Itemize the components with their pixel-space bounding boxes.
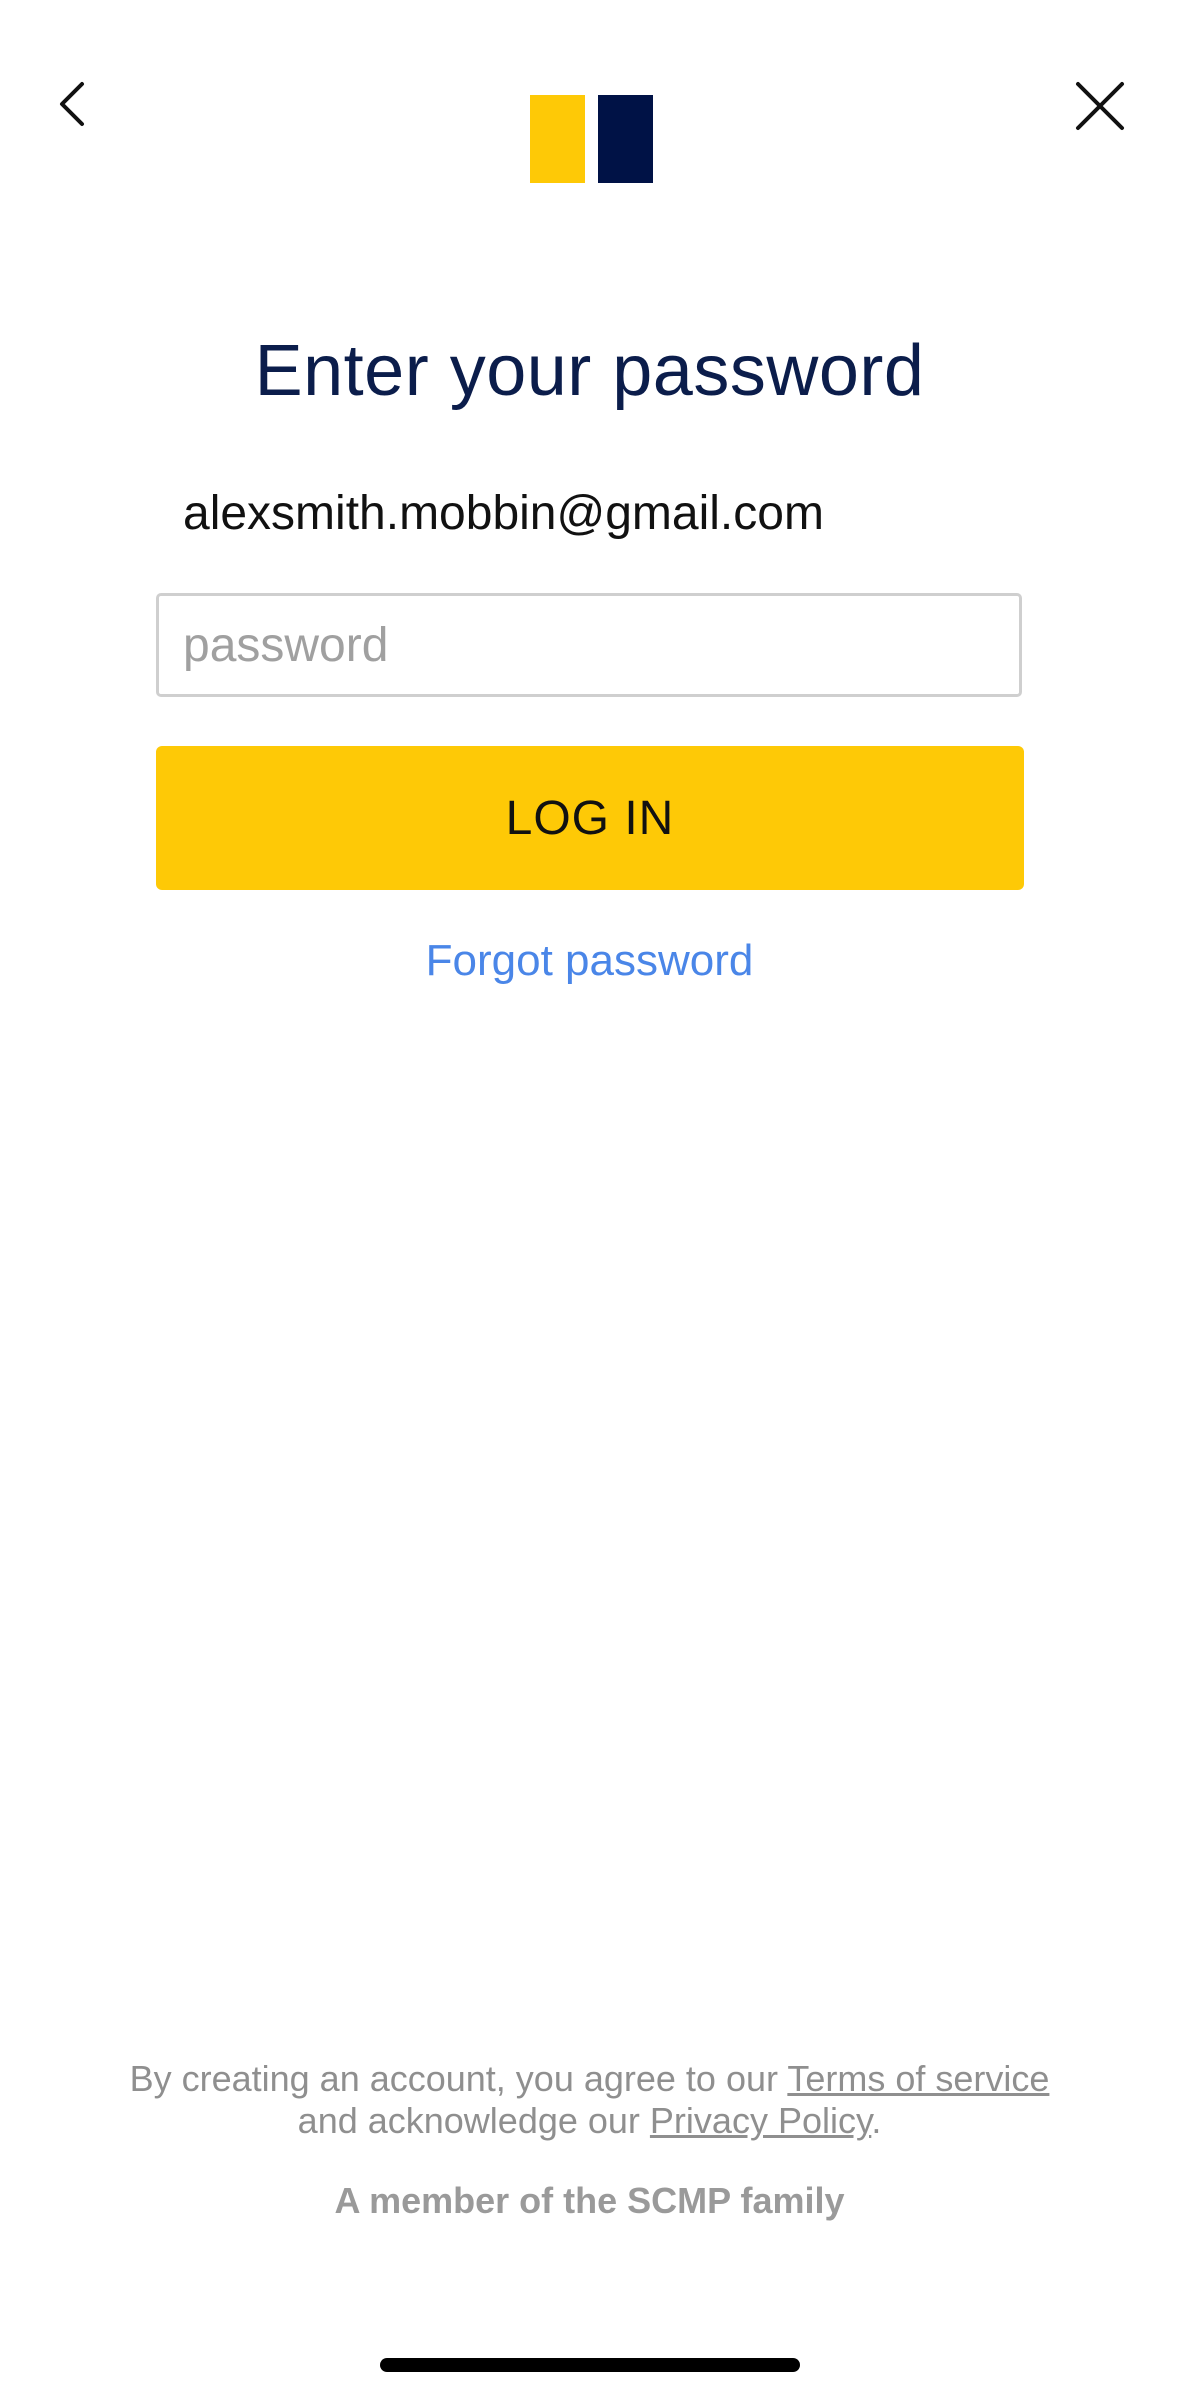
forgot-password-row: Forgot password (0, 936, 1179, 986)
close-icon (1076, 82, 1124, 130)
legal-line-1: By creating an account, you agree to our… (0, 2058, 1179, 2100)
chevron-left-icon (60, 82, 84, 126)
home-indicator (380, 2358, 800, 2372)
legal-middle: and acknowledge our (297, 2100, 650, 2141)
forgot-password-link[interactable]: Forgot password (426, 936, 754, 985)
logo (530, 95, 654, 183)
logo-bar-yellow (530, 95, 585, 183)
login-button[interactable]: LOG IN (156, 746, 1024, 890)
member-text: A member of the SCMP family (334, 2180, 845, 2221)
legal-prefix: By creating an account, you agree to our (129, 2058, 788, 2099)
terms-of-service-link[interactable]: Terms of service (787, 2058, 1049, 2099)
legal-suffix: . (871, 2100, 882, 2141)
legal-line-2: and acknowledge our Privacy Policy. (0, 2100, 1179, 2142)
back-button[interactable] (44, 72, 104, 132)
logo-bar-navy (598, 95, 653, 183)
account-email: alexsmith.mobbin@gmail.com (183, 487, 824, 540)
page-title: Enter your password (254, 331, 925, 411)
legal-text: By creating an account, you agree to our… (0, 2058, 1179, 2142)
privacy-policy-link[interactable]: Privacy Policy (650, 2100, 871, 2141)
close-button[interactable] (1070, 76, 1130, 136)
password-input[interactable] (156, 593, 1022, 697)
